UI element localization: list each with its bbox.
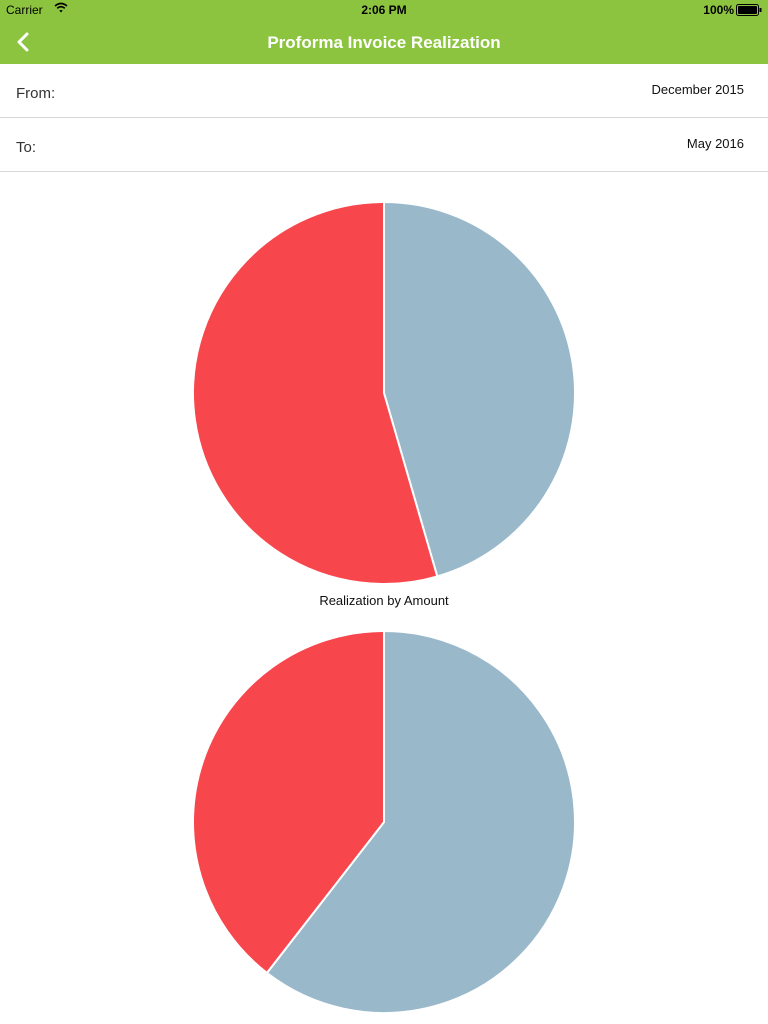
battery-icon <box>736 4 762 19</box>
status-bar: Carrier 2:06 PM 100% <box>0 0 768 20</box>
chart-caption-realization-by-amount: Realization by Amount <box>319 593 449 608</box>
navigation-bar: Proforma Invoice Realization <box>0 20 768 65</box>
from-label: From: <box>16 85 56 102</box>
from-row[interactable]: From: December 2015 <box>0 64 768 118</box>
pie-chart-1-svg <box>192 200 576 585</box>
status-time: 2:06 PM <box>361 3 407 17</box>
battery-percentage: 100% <box>703 3 734 17</box>
to-date-value[interactable]: May 2016 <box>687 136 744 151</box>
page-title: Proforma Invoice Realization <box>267 33 501 52</box>
pie-chart-2 <box>0 629 768 1015</box>
pie-chart-2-svg <box>192 629 576 1014</box>
to-label: To: <box>16 139 37 156</box>
to-row[interactable]: To: May 2016 <box>0 118 768 172</box>
pie-chart-1 <box>0 200 768 586</box>
from-date-value[interactable]: December 2015 <box>652 82 745 97</box>
